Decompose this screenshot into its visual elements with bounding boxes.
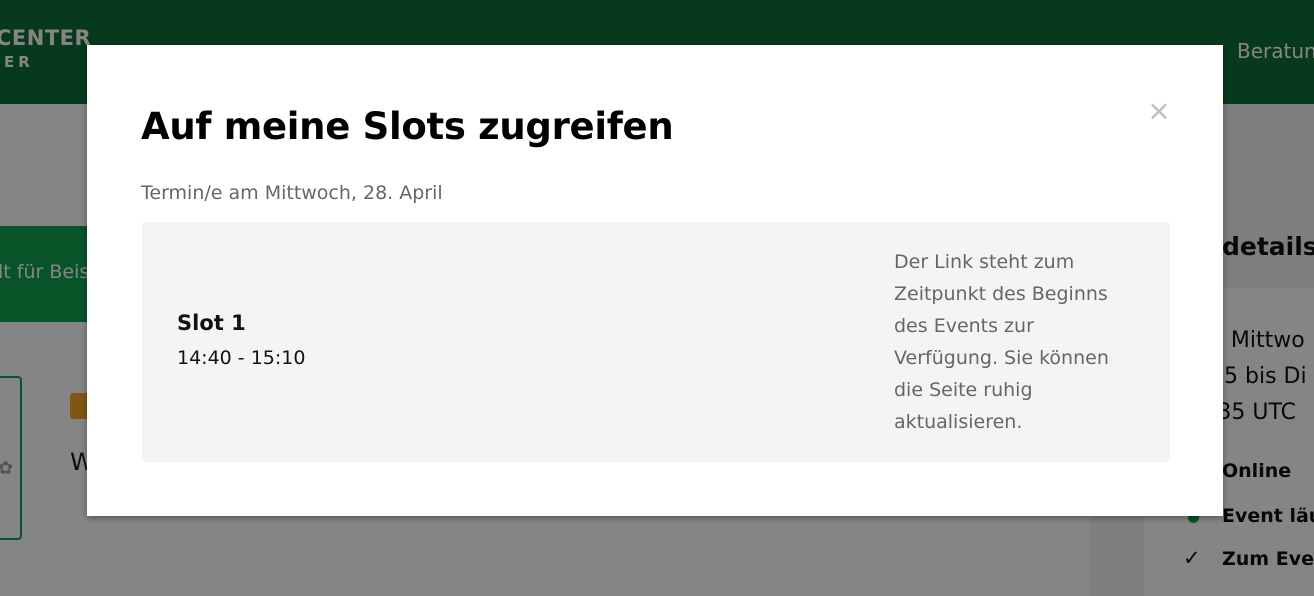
slot-name: Slot 1 [177,311,246,335]
close-icon[interactable]: × [1145,95,1173,127]
slots-modal: Auf meine Slots zugreifen × Termin/e am … [87,45,1223,516]
slot-card: Slot 1 14:40 - 15:10 Der Link steht zum … [142,222,1170,462]
appointment-date: Termin/e am Mittwoch, 28. April [141,182,443,204]
slot-time: 14:40 - 15:10 [177,347,306,369]
modal-title: Auf meine Slots zugreifen [141,105,674,148]
slot-link-note: Der Link steht zum Zeitpunkt des Beginns… [894,251,1109,433]
